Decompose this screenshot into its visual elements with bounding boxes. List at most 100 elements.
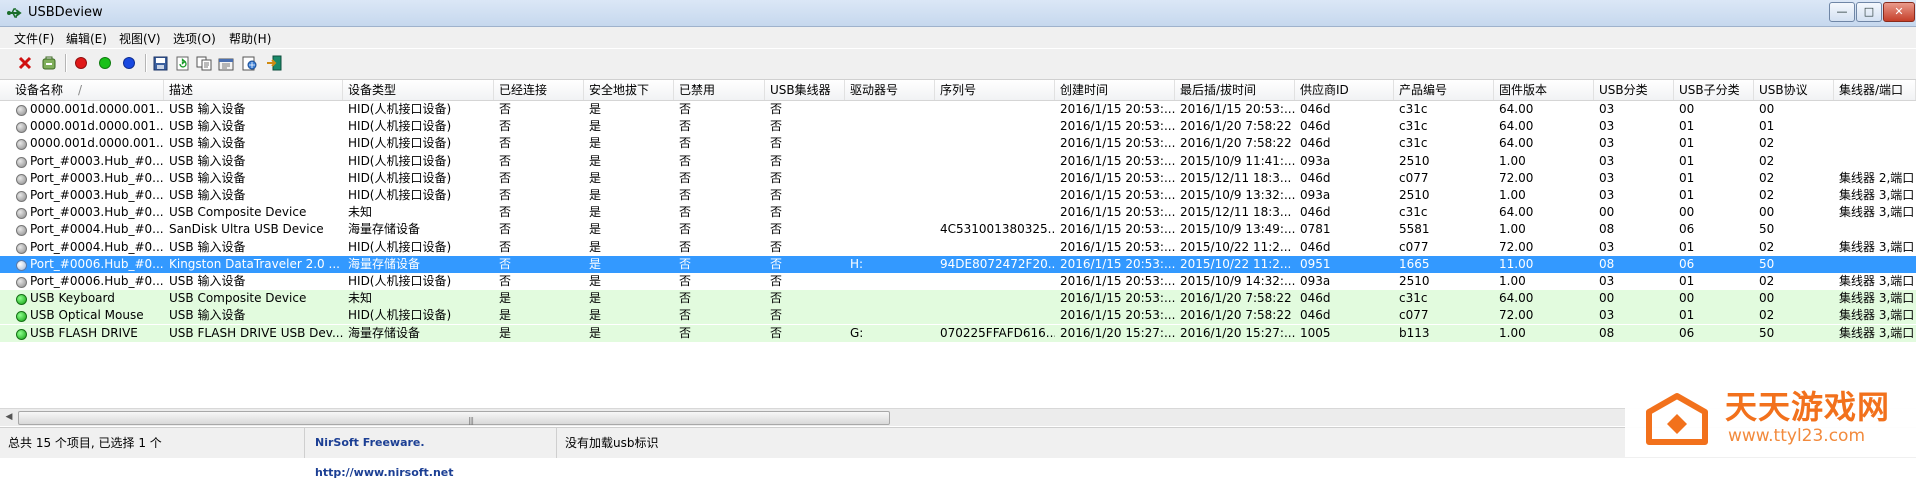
menu-options[interactable]: 选项(O) [173,30,216,47]
cell-product-id: 2510 [1399,153,1430,168]
uninstall-x-icon[interactable] [15,53,35,73]
column-vendor-id[interactable]: 供应商ID [1295,80,1394,100]
column-serial-number[interactable]: 序列号 [935,80,1055,100]
column-usb-class[interactable]: USB分类 [1594,80,1674,100]
scrollbar-thumb[interactable]: ||| [18,411,890,425]
cell-drive-letter: G: [850,325,864,340]
properties-icon[interactable] [216,53,236,73]
cell-usb-hub: 否 [770,119,783,134]
cell-hub-port: 集线器 3,端口 [1839,291,1915,306]
cell-created-date: 2016/1/15 20:53:... [1060,119,1175,134]
status-item-count: 总共 15 个项目, 已选择 1 个 [0,428,305,458]
column-product-id[interactable]: 产品编号 [1394,80,1494,100]
table-row[interactable]: USB FLASH DRIVE USB FLASH DRIVE USB Dev..… [0,324,1916,342]
column-firmware-revision[interactable]: 固件版本 [1494,80,1594,100]
minimize-button[interactable]: — [1829,2,1855,22]
table-row[interactable]: Port_#0004.Hub_#0... SanDisk Ultra USB De… [0,221,1916,238]
column-usb-hub[interactable]: USB集线器 [765,80,845,100]
cell-serial-number [935,153,1055,170]
cell-usb-class: 00 [1599,205,1615,220]
nirsoft-link[interactable]: NirSoft Freeware. http://www.nirsoft.net [305,428,557,479]
table-row[interactable]: 0000.001d.0000.001... USB 输入设备 HID(人机接口设备)… [0,135,1916,152]
copy-icon[interactable] [194,53,214,73]
column-device-type[interactable]: 设备类型 [343,80,494,100]
column-drive-letter[interactable]: 驱动器号 [845,80,935,100]
cell-usb-subclass: 01 [1679,170,1695,185]
cell-vendor-id: 046d [1300,136,1331,151]
menu-file[interactable]: 文件(F) [14,30,54,47]
cell-disabled: 否 [679,222,692,237]
disconnect-icon[interactable] [39,53,59,73]
blue-dot-icon[interactable] [119,53,139,73]
cell-serial-number [935,135,1055,152]
cell-last-plug-date: 2015/10/22 11:2... [1180,239,1292,254]
html-report-icon[interactable] [240,53,260,73]
column-disabled[interactable]: 已禁用 [674,80,765,100]
cell-vendor-id: 046d [1300,102,1331,116]
toolbar [0,49,1916,80]
red-dot-icon[interactable] [71,53,91,73]
cell-usb-hub: 否 [770,308,783,323]
cell-device-type: HID(人机接口设备) [348,136,452,151]
refresh-icon[interactable] [172,53,192,73]
cell-hub-port [1834,135,1916,152]
cell-device-name: Port_#0003.Hub_#0... [30,205,164,220]
cell-usb-class: 03 [1599,136,1615,151]
close-button[interactable]: ✕ [1883,2,1915,22]
table-row[interactable]: USB Keyboard USB Composite Device 未知 是 是 否 否 20… [0,290,1916,308]
table-row[interactable]: Port_#0004.Hub_#0... USB 输入设备 HID(人机接口设备) 否… [0,239,1916,256]
window-title: USBDeview [28,5,103,20]
cell-drive-letter [845,153,935,170]
column-hub-port[interactable]: 集线器/端口 [1834,80,1916,100]
cell-device-name: USB Keyboard [30,291,115,306]
cell-vendor-id: 1005 [1300,325,1331,340]
cell-drive-letter [845,135,935,152]
cell-connected: 是 [499,291,512,306]
cell-connected: 否 [499,222,512,237]
column-label: 设备名称 [15,83,64,97]
table-row[interactable]: Port_#0006.Hub_#0... Kingston DataTravele… [0,255,1916,273]
cell-last-plug-date: 2015/12/11 18:3... [1180,170,1292,185]
cell-connected: 否 [499,188,512,202]
column-description[interactable]: 描述 [164,80,343,100]
exit-icon[interactable] [264,53,284,73]
table-row[interactable]: Port_#0006.Hub_#0... USB 输入设备 HID(人机接口设备) 否… [0,273,1916,290]
cell-usb-class: 08 [1599,222,1615,237]
table-row[interactable]: Port_#0003.Hub_#0... USB 输入设备 HID(人机接口设备) 否… [0,170,1916,187]
cell-vendor-id: 046d [1300,291,1331,306]
cell-product-id: c31c [1399,102,1428,116]
watermark-logo-icon [1646,393,1708,445]
cell-device-name: Port_#0003.Hub_#0... [30,153,164,168]
column-usb-protocol[interactable]: USB协议 [1754,80,1834,100]
scroll-left-arrow-icon[interactable]: ◀ [1,410,17,425]
cell-description: USB 输入设备 [169,274,246,288]
save-icon[interactable] [150,53,170,73]
table-row[interactable]: Port_#0003.Hub_#0... USB 输入设备 HID(人机接口设备) 否… [0,153,1916,170]
cell-firmware-revision: 72.00 [1499,170,1534,185]
cell-product-id: c077 [1399,308,1429,323]
cell-usb-subclass: 01 [1679,274,1695,288]
cell-hub-port [1834,256,1916,273]
table-row[interactable]: Port_#0003.Hub_#0... USB Composite Device… [0,204,1916,221]
cell-created-date: 2016/1/15 20:53:... [1060,205,1175,220]
maximize-button[interactable]: □ [1856,2,1882,22]
column-created-date[interactable]: 创建时间 [1055,80,1175,100]
device-list[interactable]: 设备名称 / 描述 设备类型 已经连接 安全地拔下 已禁用 USB集线器 驱动器… [0,80,1916,412]
cell-device-type: HID(人机接口设备) [348,102,452,116]
column-connected[interactable]: 已经连接 [494,80,584,100]
cell-usb-subclass: 06 [1679,325,1695,340]
menu-help[interactable]: 帮助(H) [229,30,271,47]
table-row[interactable]: Port_#0003.Hub_#0... USB 输入设备 HID(人机接口设备) 否… [0,187,1916,204]
table-row[interactable]: 0000.001d.0000.001... USB 输入设备 HID(人机接口设备)… [0,118,1916,135]
column-usb-subclass[interactable]: USB子分类 [1674,80,1754,100]
table-row[interactable]: USB Optical Mouse USB 输入设备 HID(人机接口设备) 是 是 否 否… [0,307,1916,325]
green-dot-icon[interactable] [95,53,115,73]
cell-disabled: 否 [679,291,692,306]
table-row[interactable]: 0000.001d.0000.001... USB 输入设备 HID(人机接口设备)… [0,101,1916,118]
column-last-plug-date[interactable]: 最后插/拔时间 [1175,80,1295,100]
column-safe-to-unplug[interactable]: 安全地拔下 [584,80,674,100]
cell-device-name: Port_#0003.Hub_#0... [30,170,164,185]
menu-edit[interactable]: 编辑(E) [66,30,107,47]
menu-view[interactable]: 视图(V) [119,30,161,47]
column-device-name[interactable]: 设备名称 / [10,80,164,100]
